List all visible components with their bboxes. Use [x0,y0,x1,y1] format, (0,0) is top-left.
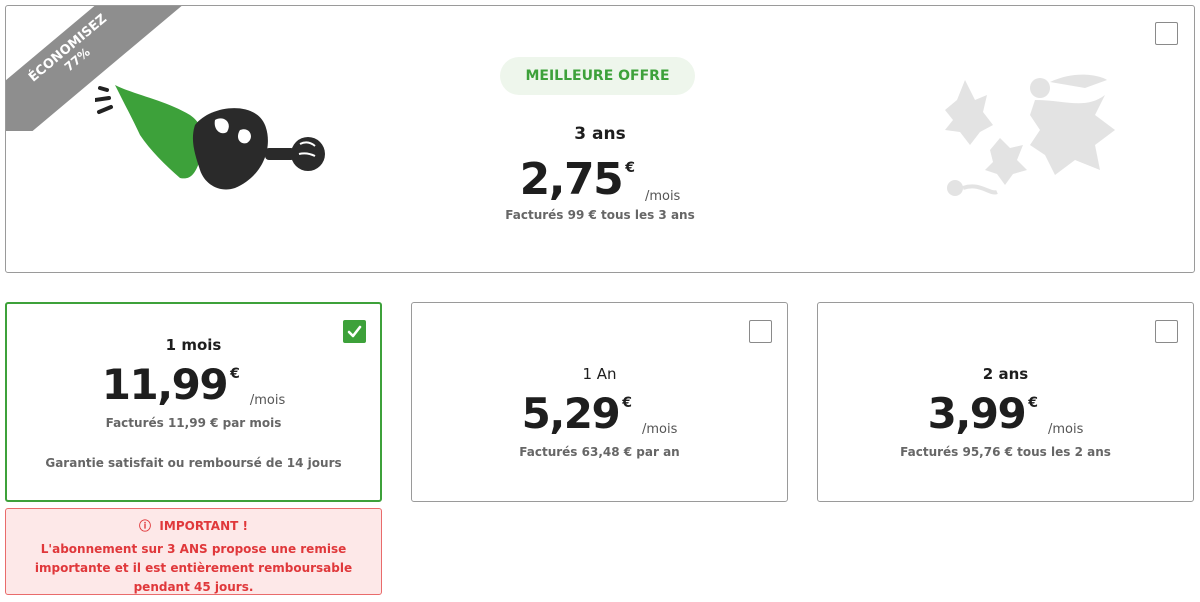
featured-billing: Facturés 99 € tous les 3 ans [505,208,695,222]
plan-1-year-price-row: 5,29 € /mois [412,389,787,438]
important-notice: ⓘ IMPORTANT ! L'abonnement sur 3 ANS pro… [5,508,382,595]
featured-duration: 3 ans [574,124,626,144]
important-notice-body: L'abonnement sur 3 ANS propose une remis… [34,542,353,594]
plan-1-year-billing: Facturés 63,48 € par an [519,445,680,459]
important-notice-title: ⓘ IMPORTANT ! [6,517,381,534]
plan-card-1-month[interactable]: 1 mois 11,99 € /mois Facturés 11,99 € pa… [5,302,382,502]
virus-monsters-illustration [945,74,1115,196]
featured-per: /mois [644,189,681,204]
featured-price-row: 2,75 € /mois [450,154,750,205]
plan-1-month-duration: 1 mois [165,336,222,354]
plan-1-year-price: 5,29 [521,389,621,438]
plan-2-years-duration: 2 ans [982,365,1029,383]
plan-2-years-currency: € [1028,395,1038,411]
featured-price: 2,75 [519,154,624,205]
plan-1-year-duration: 1 An [582,365,617,383]
plan-card-1-year[interactable]: 1 An 5,29 € /mois Facturés 63,48 € par a… [411,302,788,502]
plan-2-years-per: /mois [1048,422,1084,437]
plan-2-years-billing: Facturés 95,76 € tous les 2 ans [900,445,1111,459]
plan-2-years-price-row: 3,99 € /mois [818,389,1193,438]
info-icon: ⓘ [139,519,152,533]
plan-card-2-years[interactable]: 2 ans 3,99 € /mois Facturés 95,76 € tous… [817,302,1194,502]
plan-2-years-checkbox[interactable] [1155,320,1178,343]
plan-1-year-per: /mois [642,422,678,437]
plan-1-month-price-row: 11,99 € /mois [7,360,380,409]
plan-1-year-checkbox[interactable] [749,320,772,343]
best-offer-badge: MEILLEURE OFFRE [500,57,695,95]
plan-3-years-checkbox[interactable] [1155,22,1178,45]
plan-1-year-currency: € [622,395,632,411]
plan-1-month-price: 11,99 [101,360,229,409]
masked-hero-illustration [95,85,325,190]
plan-1-month-per: /mois [249,393,286,408]
plan-1-month-currency: € [230,366,240,382]
plan-1-month-guarantee: Garantie satisfait ou remboursé de 14 jo… [45,456,342,470]
plan-1-month-billing: Facturés 11,99 € par mois [105,416,282,430]
featured-currency: € [625,160,635,176]
plan-2-years-price: 3,99 [927,389,1027,438]
important-notice-heading: IMPORTANT ! [159,519,248,533]
